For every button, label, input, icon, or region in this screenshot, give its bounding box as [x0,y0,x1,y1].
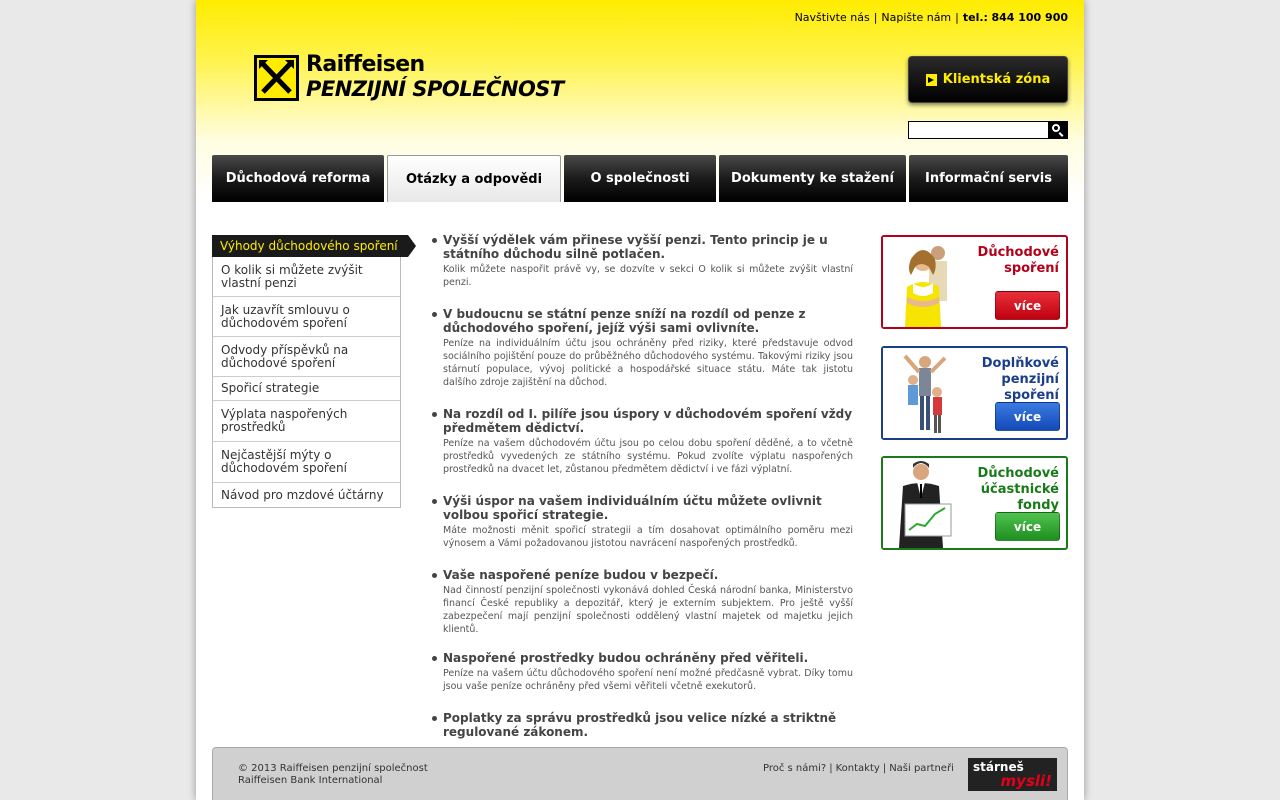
footer-links: Proč s námi? | Kontakty | Naši partneři [763,763,954,774]
item-title: V budoucnu se státní penze sníží na rozd… [431,307,853,335]
sidebar-item-odvody-prispevku[interactable]: Odvody příspěvků na důchodové spoření [213,337,400,377]
tab-duchodova-reforma[interactable]: Důchodová reforma [212,155,384,202]
sidebar-item-o-kolik[interactable]: O kolik si můžete zvýšit vlastní penzi [213,257,400,297]
businessman-chart-photo [883,458,965,548]
footer-link-kontakty[interactable]: Kontakty [836,763,880,774]
sidebar-menu: O kolik si můžete zvýšit vlastní penzi J… [212,257,401,508]
logo[interactable]: Raiffeisen PENZIJNÍ SPOLEČNOST [254,52,599,105]
sidebar-item-vyplata-prostredku[interactable]: Výplata naspořených prostředků [213,401,400,442]
list-item: Poplatky za správu prostředků jsou velic… [431,711,853,739]
list-item: Výši úspor na vašem individuálním účtu m… [431,494,853,550]
item-title: Na rozdíl od I. pilíře jsou úspory v důc… [431,407,853,435]
raiffeisen-gable-cross-icon [254,55,299,101]
sidebar-item-nejcastejsi-myty[interactable]: Nejčastější mýty o důchodovém spoření [213,442,400,483]
search-button[interactable] [1048,121,1068,139]
item-text: Máte možnosti měnit spořicí strategii a … [443,525,853,549]
promo-title: Doplňkové penzijní spoření [981,356,1059,403]
promo-more-button[interactable]: více [995,512,1060,541]
visit-us-link[interactable]: Navštivte nás [795,11,870,24]
list-item: Naspořené prostředky budou ochráněny pře… [431,651,853,693]
write-us-link[interactable]: Napište nám [881,11,951,24]
top-links: Navštivte nás | Napište nám | tel.: 844 100 … [794,11,1068,24]
promo-more-button[interactable]: více [995,291,1060,320]
search-icon [1052,124,1060,132]
badge-line2: mysli! [1000,772,1052,790]
footer-company: Raiffeisen Bank International [238,775,383,786]
search-input[interactable] [908,121,1048,139]
list-item: V budoucnu se státní penze sníží na rozd… [431,307,853,389]
client-zone-button[interactable]: Klientská zóna [908,56,1068,103]
tab-o-spolecnosti[interactable]: O společnosti [564,155,716,202]
login-icon [925,73,937,86]
item-title: Naspořené prostředky budou ochráněny pře… [431,651,853,665]
item-text: Nad činností penzijní společnosti vykoná… [443,585,853,635]
footer-copyright-block: © 2013 Raiffeisen penzijní společnost Ra… [238,763,428,787]
item-title: Vaše naspořené peníze budou v bezpečí. [431,568,853,582]
logo-name: Raiffeisen [306,52,425,77]
promo-duchodove-sporeni[interactable]: Důchodové spoření více [881,235,1068,329]
list-item: Vaše naspořené peníze budou v bezpečí. N… [431,568,853,636]
phone-number: 844 100 900 [991,11,1068,24]
item-title: Vyšší výdělek vám přinese vyšší penzi. T… [431,233,853,261]
promo-title: Důchodové spoření [977,245,1059,276]
tab-informacni-servis[interactable]: Informační servis [909,155,1068,202]
starnes-mysli-badge[interactable]: stárneš mysli! [968,758,1057,791]
item-text: Peníze na individuálním účtu jsou ochrán… [443,338,853,388]
item-title: Výši úspor na vašem individuálním účtu m… [431,494,853,522]
list-item: Na rozdíl od I. pilíře jsou úspory v důc… [431,407,853,476]
item-text: Kolik můžete naspořit právě vy, se dozví… [443,264,853,288]
sidebar-title: Výhody důchodového spoření [212,235,416,257]
footer-link-proc-s-nami[interactable]: Proč s námi? [763,763,826,774]
tab-otazky-a-odpovedi[interactable]: Otázky a odpovědi [387,155,561,202]
phone-prefix: tel.: [962,11,988,24]
list-item: Vyšší výdělek vám přinese vyšší penzi. T… [431,233,853,289]
item-text: Peníze na vašem důchodovém účtu jsou po … [443,438,853,475]
logo-subtitle: PENZIJNÍ SPOLEČNOST [306,77,564,101]
promo-title: Důchodové účastnické fondy [977,466,1059,513]
footer: © 2013 Raiffeisen penzijní společnost Ra… [212,747,1068,800]
client-zone-label: Klientská zóna [942,72,1051,87]
sidebar-item-jak-uzavrit-smlouvu[interactable]: Jak uzavřít smlouvu o důchodovém spoření [213,297,400,337]
jumping-family-photo [883,348,965,438]
page: Navštivte nás | Napište nám | tel.: 844 100 … [196,0,1084,800]
sidebar-item-sporici-strategie[interactable]: Spořicí strategie [213,377,400,401]
smiling-woman-photo [883,237,965,327]
search-box [908,121,1068,139]
promo-more-button[interactable]: více [995,402,1060,431]
tab-dokumenty-ke-stazeni[interactable]: Dokumenty ke stažení [719,155,906,202]
footer-link-nasi-partneri[interactable]: Naši partneři [889,763,954,774]
promo-doplnkove-penzijni-sporeni[interactable]: Doplňkové penzijní spoření více [881,346,1068,440]
item-title: Poplatky za správu prostředků jsou velic… [431,711,853,739]
sidebar-item-navod-mzdove-uctarny[interactable]: Návod pro mzdové účtárny [213,483,400,507]
footer-copyright: © 2013 Raiffeisen penzijní společnost [238,763,428,774]
sidebar: Výhody důchodového spoření O kolik si mů… [212,235,416,508]
promo-duchodove-ucastnicke-fondy[interactable]: Důchodové účastnické fondy více [881,456,1068,550]
item-text: Peníze na vašem účtu důchodového spoření… [443,668,853,692]
